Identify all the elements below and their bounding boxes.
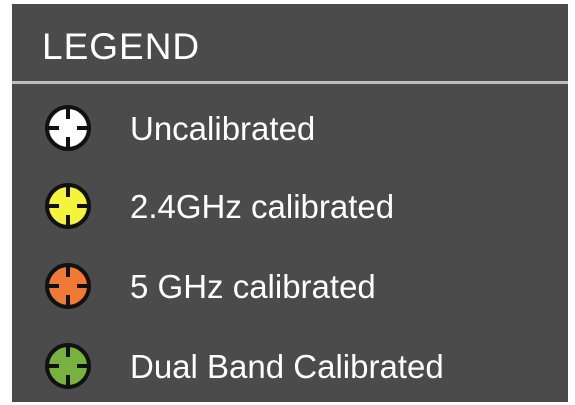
legend-label-24ghz: 2.4GHz calibrated [130,188,395,225]
legend-item-24ghz: 2.4GHz calibrated [12,170,568,240]
legend-header: LEGEND [12,4,568,86]
legend-item-5ghz: 5 GHz calibrated [12,250,568,320]
legend-title: LEGEND [42,26,201,67]
legend-panel: LEGEND Uncalibrated 2.4GHz calibrated 5 … [12,4,568,402]
crosshair-icon-white [45,105,91,151]
legend-label-uncalibrated: Uncalibrated [130,110,316,147]
legend-label-dual-band: Dual Band Calibrated [130,348,444,385]
crosshair-icon-green [45,343,91,389]
crosshair-icon-orange [45,263,91,309]
legend-label-5ghz: 5 GHz calibrated [130,268,376,305]
legend-divider [12,81,568,84]
legend-item-uncalibrated: Uncalibrated [12,92,568,162]
crosshair-icon-yellow [45,183,91,229]
legend-item-dual-band: Dual Band Calibrated [12,330,568,400]
